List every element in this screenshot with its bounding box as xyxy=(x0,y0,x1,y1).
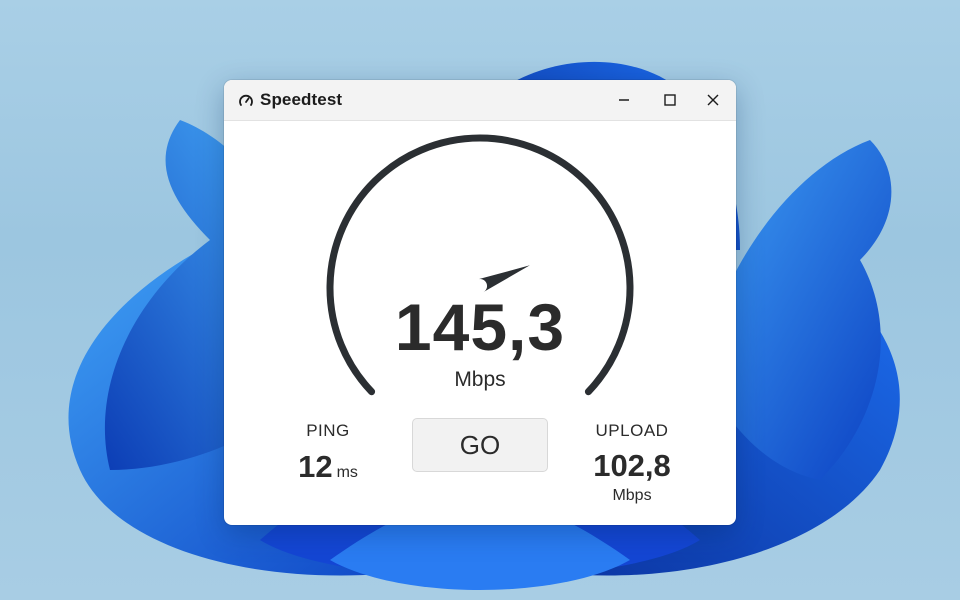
speedtest-content: 145,3 Mbps PING 12 ms GO UPLOAD 102,8 Mbp… xyxy=(224,121,736,525)
go-button[interactable]: GO xyxy=(412,418,548,472)
gauge-icon xyxy=(239,94,253,106)
close-button[interactable] xyxy=(690,80,736,120)
close-icon xyxy=(707,94,719,106)
maximize-button[interactable] xyxy=(647,80,693,120)
gauge-needle xyxy=(477,265,530,293)
ping-label: PING xyxy=(306,421,350,440)
download-speed-value: 145,3 xyxy=(394,290,566,364)
ping-unit: ms xyxy=(336,464,358,481)
maximize-icon xyxy=(664,94,676,106)
window-title: Speedtest xyxy=(260,90,343,109)
upload-unit: Mbps xyxy=(612,487,652,504)
upload-value: 102,8 xyxy=(593,448,671,483)
minimize-icon xyxy=(619,99,629,101)
ping-number: 12 xyxy=(298,449,333,484)
speedtest-window: Speedtest 145,3 Mbps PING 12 ms GO UPLOA… xyxy=(224,80,736,525)
ping-value: 12 ms xyxy=(268,449,388,485)
upload-label: UPLOAD xyxy=(595,421,669,440)
download-speed-unit: Mbps xyxy=(454,368,506,391)
title-bar[interactable]: Speedtest xyxy=(224,80,736,121)
minimize-button[interactable] xyxy=(601,80,647,120)
